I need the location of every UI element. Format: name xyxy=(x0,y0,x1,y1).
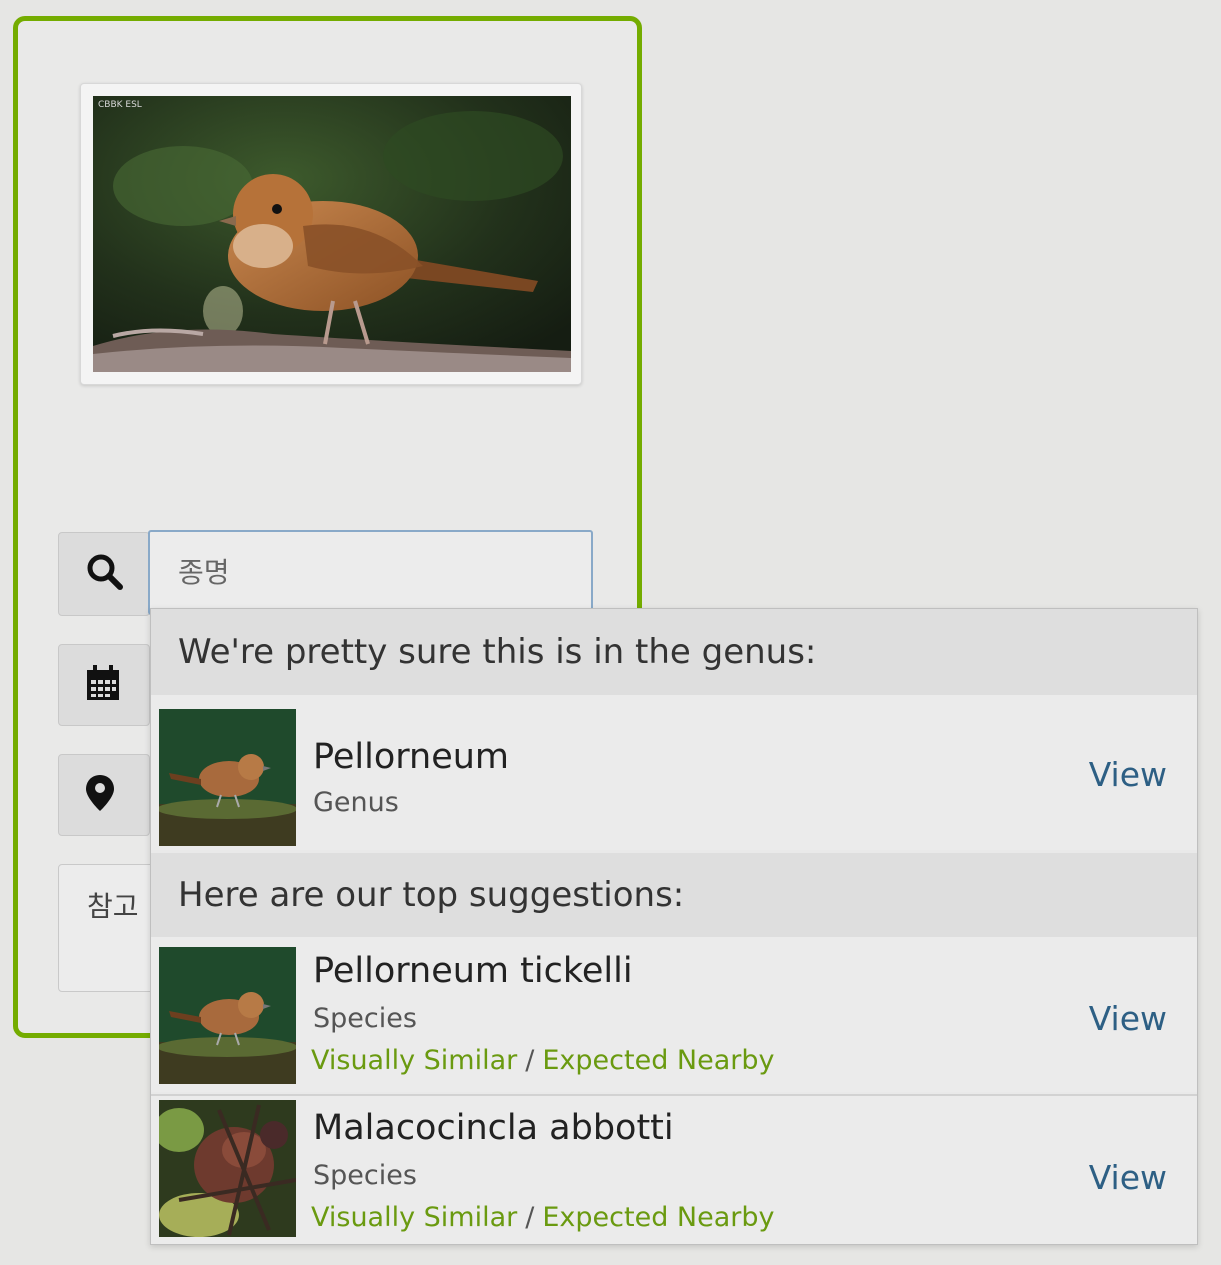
genus-view-link[interactable]: View xyxy=(1089,755,1167,794)
suggestion-2-reasons: Visually Similar / Expected Nearby xyxy=(311,1202,775,1233)
suggestion-1-name: Pellorneum tickelli xyxy=(313,951,633,991)
reason-separator: / xyxy=(525,1202,535,1233)
visually-similar-tag: Visually Similar xyxy=(311,1045,518,1076)
location-pin-icon xyxy=(85,774,115,816)
suggestion-1-reasons: Visually Similar / Expected Nearby xyxy=(311,1045,775,1076)
suggestion-row-2[interactable]: Malacocincla abbotti Species Visually Si… xyxy=(151,1096,1197,1244)
suggestion-1-thumbnail xyxy=(159,947,296,1084)
search-icon xyxy=(85,552,125,596)
top-suggestions-heading: Here are our top suggestions: xyxy=(151,853,1197,937)
location-icon-box[interactable] xyxy=(58,754,150,836)
genus-rank: Genus xyxy=(313,787,399,818)
notes-field[interactable]: 참고 xyxy=(58,864,158,992)
suggestion-2-name: Malacocincla abbotti xyxy=(313,1108,674,1148)
suggestion-row-1[interactable]: Pellorneum tickelli Species Visually Sim… xyxy=(151,937,1197,1092)
suggestion-2-view-link[interactable]: View xyxy=(1089,1158,1167,1197)
calendar-icon xyxy=(85,664,121,706)
genus-thumbnail xyxy=(159,709,296,846)
visually-similar-tag: Visually Similar xyxy=(311,1202,518,1233)
reason-separator: / xyxy=(525,1045,535,1076)
expected-nearby-tag: Expected Nearby xyxy=(542,1045,775,1076)
search-icon-box[interactable] xyxy=(58,532,150,616)
observation-photo[interactable]: CBBK ESL xyxy=(93,96,571,372)
suggestion-1-rank: Species xyxy=(313,1003,417,1034)
expected-nearby-tag: Expected Nearby xyxy=(542,1202,775,1233)
photo-frame: CBBK ESL xyxy=(80,83,582,385)
suggestion-1-view-link[interactable]: View xyxy=(1089,999,1167,1038)
genus-suggestion-row[interactable]: Pellorneum Genus View xyxy=(151,695,1197,850)
notes-label: 참고 xyxy=(87,890,139,923)
suggestions-dropdown: We're pretty sure this is in the genus: … xyxy=(150,608,1198,1245)
genus-heading: We're pretty sure this is in the genus: xyxy=(151,609,1197,695)
suggestion-2-rank: Species xyxy=(313,1160,417,1191)
genus-name: Pellorneum xyxy=(313,737,510,777)
identify-panel: CBBK ESL 종명 참고 We're pretty sure this is… xyxy=(0,0,1221,1265)
photo-watermark: CBBK ESL xyxy=(98,100,142,110)
suggestion-2-thumbnail xyxy=(159,1100,296,1237)
bird-photo-image xyxy=(93,96,571,372)
species-search-input[interactable] xyxy=(148,530,593,615)
date-icon-box[interactable] xyxy=(58,644,150,726)
